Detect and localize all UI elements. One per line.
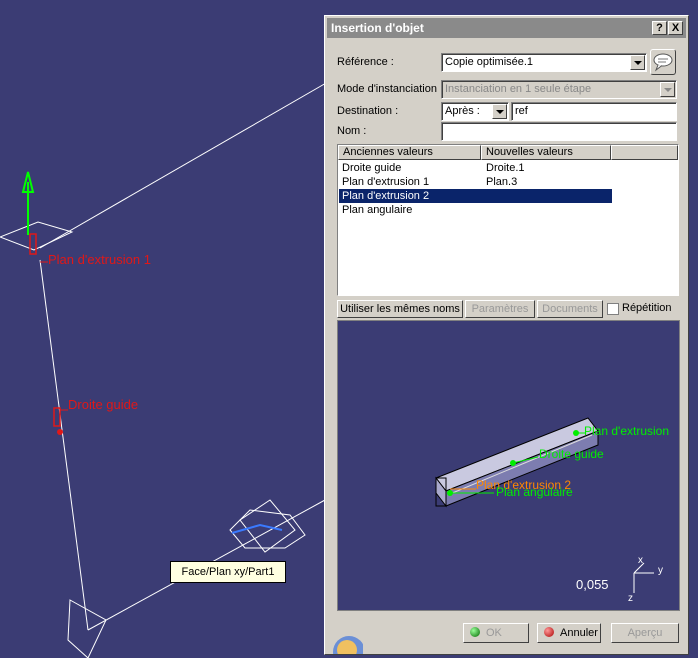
apercu-label: Aperçu <box>627 627 663 639</box>
mode-value: Instanciation en 1 seule étape <box>445 83 592 95</box>
preview-label-droite-guide: Droite guide <box>539 447 604 461</box>
reference-select[interactable]: Copie optimisée.1 <box>441 53 647 72</box>
repetition-label: Répétition <box>622 302 672 314</box>
annuler-button[interactable]: Annuler <box>537 623 601 643</box>
ok-icon <box>470 627 480 637</box>
preview-viewport[interactable]: Plan d'extrusion Droite guide Plan d'ext… <box>337 320 680 611</box>
mode-label: Mode d'instanciation : <box>337 83 444 95</box>
table-cell-old: Plan d'extrusion 1 <box>342 176 430 188</box>
destination-label: Destination : <box>337 105 399 117</box>
catia-logo <box>333 636 363 654</box>
table-cell-new: Plan.3 <box>486 176 518 188</box>
annuler-label: Annuler <box>560 627 598 639</box>
reference-value: Copie optimisée.1 <box>445 56 534 68</box>
chevron-down-icon[interactable] <box>630 55 645 70</box>
ok-label: OK <box>486 627 502 639</box>
speech-bubble-button[interactable] <box>650 49 676 75</box>
dialog-title: Insertion d'objet <box>331 21 424 35</box>
preview-scale: 0,055 <box>576 577 609 592</box>
viewport-label-plan-extrusion-1: Plan d'extrusion 1 <box>48 252 151 267</box>
axis-label-y: y <box>658 565 663 576</box>
chevron-down-icon <box>660 82 675 97</box>
documents-button: Documents <box>537 300 603 318</box>
same-names-button[interactable]: Utiliser les mêmes noms <box>337 300 463 318</box>
tooltip: Face/Plan xy/Part1 <box>170 561 286 583</box>
dialog-titlebar[interactable]: Insertion d'objet ? X <box>327 18 686 38</box>
preview-model <box>435 417 654 593</box>
column-header-old[interactable]: Anciennes valeurs <box>338 145 481 160</box>
destination-input[interactable]: ref <box>511 102 677 121</box>
cancel-icon <box>544 627 554 637</box>
column-header-extra <box>611 145 678 160</box>
help-button[interactable]: ? <box>652 21 667 35</box>
insertion-dialog: Insertion d'objet ? X Référence : Copie … <box>324 15 689 655</box>
table-row[interactable]: Plan angulaire <box>339 203 612 217</box>
apercu-button: Aperçu <box>611 623 679 643</box>
reference-label: Référence : <box>337 56 394 68</box>
mode-select: Instanciation en 1 seule étape <box>441 80 677 99</box>
speech-bubble-icon <box>653 53 673 72</box>
destination-position-value: Après : <box>445 105 480 117</box>
preview-label-plan-angulaire: Plan angulaire <box>496 485 573 499</box>
parametres-button: Paramètres <box>465 300 535 318</box>
replacement-table: Anciennes valeurs Nouvelles valeurs Droi… <box>337 144 679 296</box>
table-row[interactable]: Droite guide Droite.1 <box>339 161 612 175</box>
axis-label-z: z <box>628 593 633 604</box>
nom-label: Nom : <box>337 125 367 137</box>
table-cell-old: Plan angulaire <box>342 204 413 216</box>
preview-label-plan-extrusion: Plan d'extrusion <box>584 424 670 438</box>
table-cell-old: Droite guide <box>342 162 402 174</box>
table-row-selected[interactable]: Plan d'extrusion 2 <box>339 189 612 203</box>
close-button[interactable]: X <box>668 21 683 35</box>
ok-button: OK <box>463 623 529 643</box>
table-row[interactable]: Plan d'extrusion 1 Plan.3 <box>339 175 612 189</box>
table-cell-old: Plan d'extrusion 2 <box>342 190 430 202</box>
nom-input[interactable] <box>441 122 677 141</box>
table-cell-new: Droite.1 <box>486 162 525 174</box>
column-header-new[interactable]: Nouvelles valeurs <box>481 145 611 160</box>
repetition-checkbox[interactable] <box>607 303 619 315</box>
chevron-down-icon[interactable] <box>492 104 507 119</box>
viewport-label-droite-guide: Droite guide <box>68 397 139 412</box>
destination-position-select[interactable]: Après : <box>441 102 509 121</box>
axis-label-x: x <box>638 555 643 566</box>
